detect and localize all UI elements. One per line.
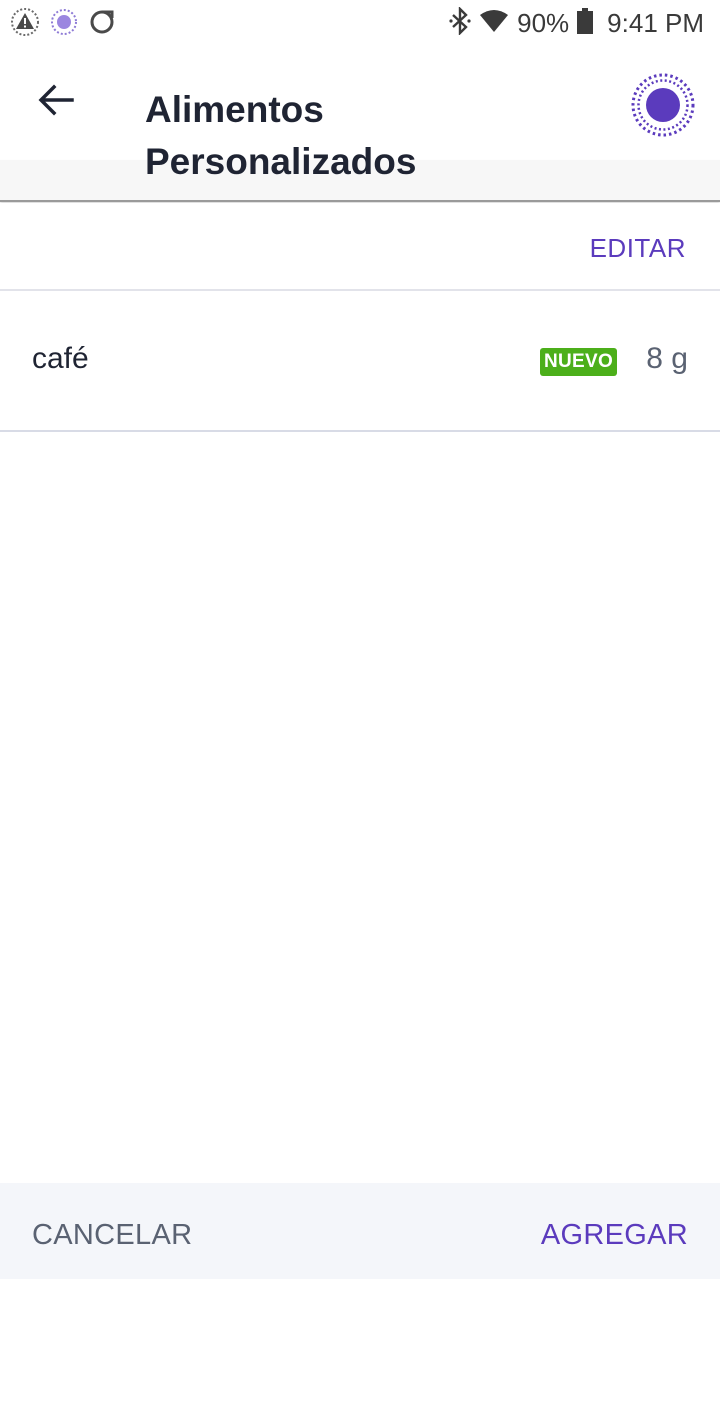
edit-button[interactable]: EDITAR (590, 233, 686, 264)
list-item[interactable]: café NUEVO 8 g (0, 302, 720, 430)
app-notification-icon (50, 8, 78, 41)
new-badge: NUEVO (540, 348, 618, 376)
profile-avatar[interactable] (630, 72, 696, 138)
status-bar: 90% 9:41 PM (0, 0, 720, 48)
edit-row: EDITAR (0, 203, 720, 291)
battery-percent: 90% (517, 7, 570, 38)
arrow-back-icon (38, 84, 74, 121)
back-button[interactable] (28, 74, 84, 130)
food-name: café (32, 342, 89, 375)
bluetooth-icon (449, 5, 471, 40)
cancel-button[interactable]: CANCELAR (32, 1219, 192, 1252)
circle-app-icon (88, 8, 116, 41)
page-title: Alimentos Personalizados (145, 89, 417, 182)
status-right-icons: 90% 9:41 PM (449, 5, 704, 40)
status-left-icons (10, 7, 116, 42)
add-button[interactable]: AGREGAR (541, 1219, 688, 1252)
food-list: café NUEVO 8 g (0, 302, 720, 432)
battery-icon (577, 7, 594, 39)
profile-dot-icon (630, 73, 696, 142)
alert-icon (10, 7, 40, 42)
clock: 9:41 PM (607, 7, 704, 38)
food-amount: 8 g (646, 342, 688, 375)
wifi-icon (479, 9, 509, 38)
bottom-action-bar: CANCELAR AGREGAR (0, 1183, 720, 1279)
